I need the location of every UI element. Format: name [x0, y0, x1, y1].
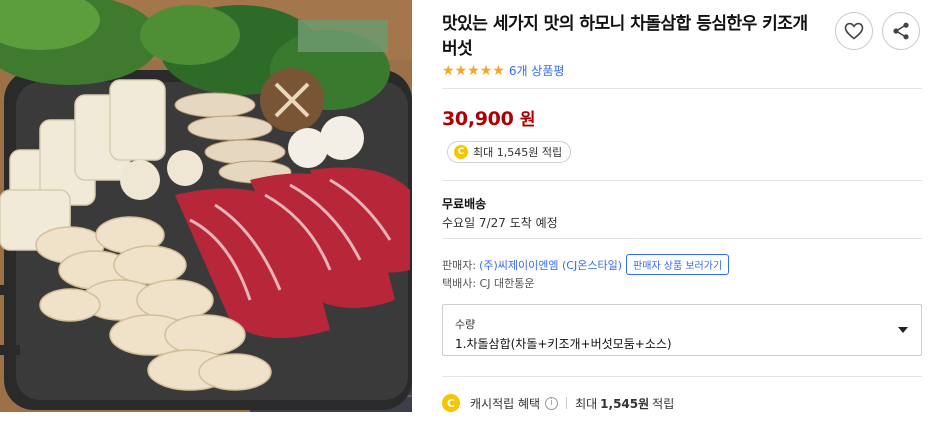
hotpot-illustration	[0, 0, 412, 412]
points-badge: C 최대 1,545원 적립	[447, 141, 572, 163]
review-count-link[interactable]: 6개 상품평	[509, 62, 565, 79]
wishlist-button[interactable]	[835, 12, 873, 50]
option-value: 1.차돌삼합(차돌+키조개+버섯모둠+소스)	[455, 337, 672, 351]
cash-prefix: 최대	[575, 396, 598, 411]
heart-icon	[844, 22, 864, 40]
points-amount: 1,545원	[496, 146, 539, 159]
rating-row: ★ ★ ★ ★ ★ 6개 상품평	[442, 62, 564, 79]
price: 30,900 원	[442, 105, 536, 130]
star-icon: ★	[454, 62, 468, 79]
star-icon: ★	[492, 62, 505, 79]
share-button[interactable]	[882, 12, 920, 50]
points-prefix: 최대	[473, 146, 494, 159]
seller-products-button[interactable]: 판매자 상품 보러가기	[626, 254, 730, 275]
share-icon	[893, 22, 909, 40]
quantity-option-select[interactable]: 수량 1.차돌삼합(차돌+키조개+버섯모둠+소스)	[442, 304, 922, 356]
option-label: 수량	[455, 318, 476, 331]
star-rating: ★ ★ ★ ★ ★	[442, 64, 505, 78]
seller-name-link[interactable]: (주)씨제이이엔엠 (CJ온스타일)	[479, 257, 622, 273]
coin-icon: C	[454, 145, 468, 159]
product-image	[0, 0, 412, 412]
divider	[442, 238, 922, 239]
price-unit: 원	[519, 110, 536, 130]
star-icon: ★	[467, 62, 480, 79]
star-icon: ★	[442, 62, 455, 79]
info-icon[interactable]: i	[545, 396, 559, 410]
courier-text: 택배사: CJ 대한통운	[442, 277, 535, 290]
cash-label: 캐시적립 혜택	[470, 396, 541, 411]
points-suffix: 적립	[541, 146, 563, 159]
star-icon: ★	[479, 62, 493, 79]
caret-down-icon	[898, 327, 908, 333]
divider	[566, 397, 568, 409]
divider	[442, 376, 922, 377]
coin-icon: C	[442, 394, 460, 412]
cash-suffix: 적립	[652, 396, 675, 411]
seller-prefix: 판매자:	[442, 258, 477, 272]
shipping-label: 무료배송	[442, 197, 487, 211]
cash-reward-row: C 캐시적립 혜택 i 최대 1,545원 적립	[442, 394, 674, 412]
divider	[442, 180, 922, 181]
seller-row: 판매자: (주)씨제이이엔엠 (CJ온스타일) 판매자 상품 보러가기	[442, 254, 730, 275]
cash-amount: 1,545원	[600, 396, 650, 411]
arrival-date: 수요일 7/27 도착 예정	[442, 216, 558, 230]
divider	[442, 88, 922, 89]
product-info-panel: 맛있는 세가지 맛의 하모니 차돌삼합 등심한우 키조개 버섯 ★ ★ ★ ★ …	[442, 0, 922, 424]
product-title: 맛있는 세가지 맛의 하모니 차돌삼합 등심한우 키조개 버섯	[442, 14, 808, 59]
price-amount: 30,900	[442, 108, 514, 130]
